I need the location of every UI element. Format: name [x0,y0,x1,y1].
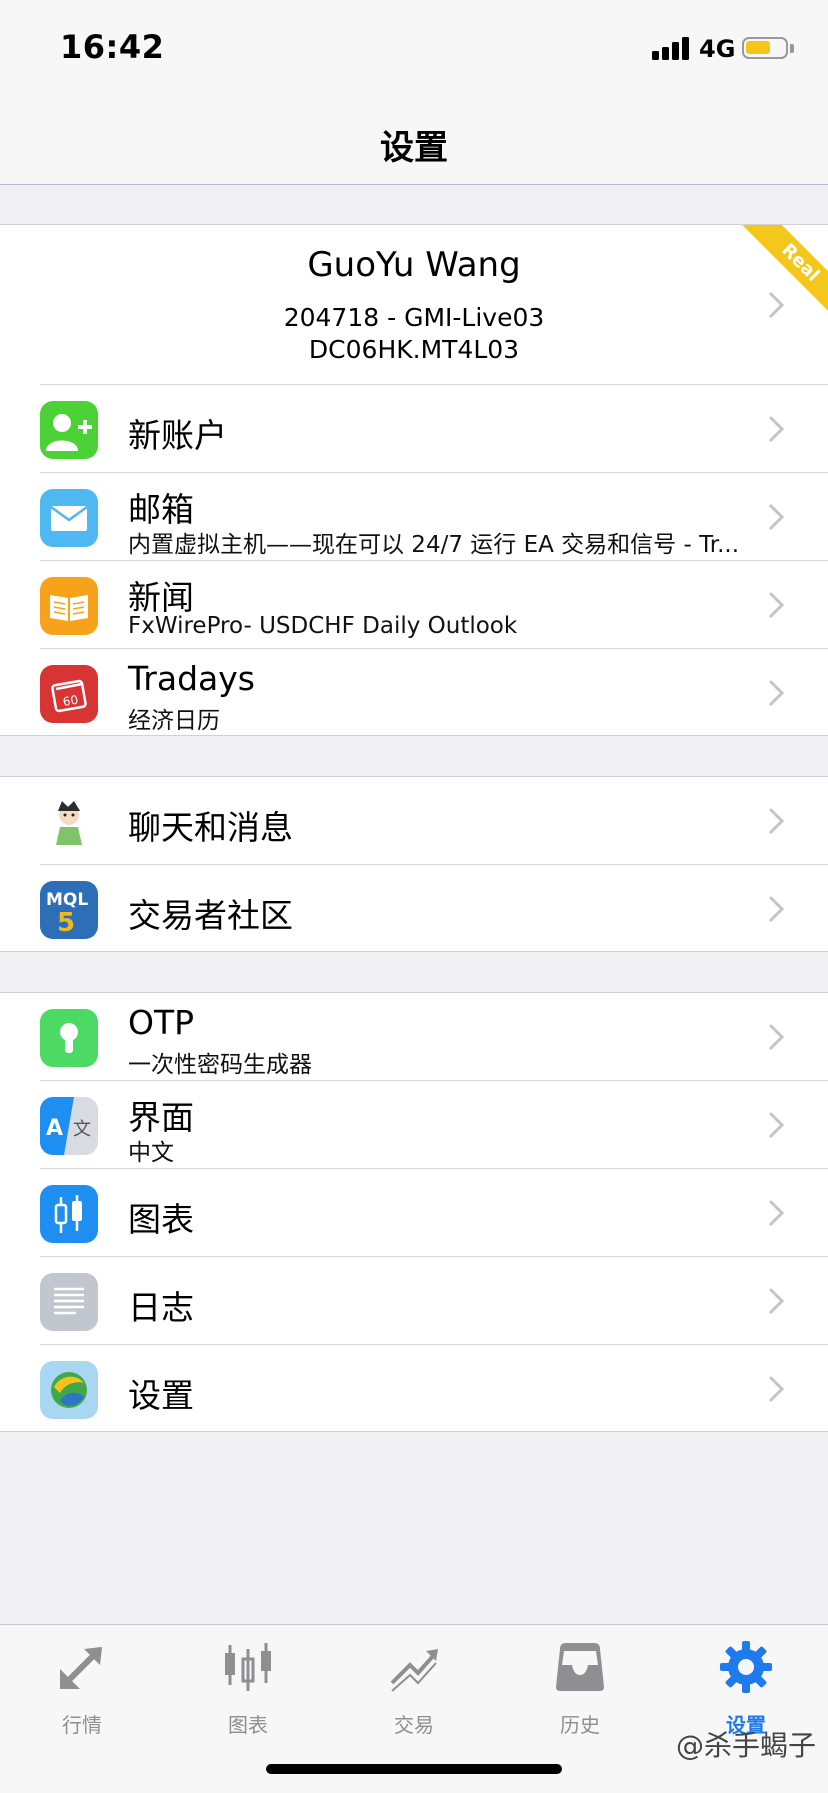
svg-text:文: 文 [73,1119,91,1140]
calendar-icon: 60 [40,665,98,723]
tab-trade[interactable]: 交易 [354,1639,474,1739]
chat-avatar-icon [40,793,98,851]
menu-item-label: 界面 [128,1098,194,1137]
menu-item-subtitle: FxWirePro- USDCHF Daily Outlook [128,613,518,639]
menu-item-subtitle: 内置虚拟主机——现在可以 24/7 运行 EA 交易和信号 - Tr... [128,532,740,558]
signal-strength-icon [652,36,692,60]
battery-nub [790,44,794,53]
community-group: 聊天和消息 MQL 5 交易者社区 [0,776,828,952]
menu-item-label: 新闻 [128,578,194,617]
mql5-icon: MQL 5 [40,881,98,939]
mail-icon [40,489,98,547]
tab-quotes[interactable]: 行情 [22,1639,142,1739]
chevron-right-icon [768,1199,784,1227]
candlestick-icon [40,1185,98,1243]
navigation-bar: 设置 [0,100,828,185]
settings-gear-icon [720,1641,772,1693]
chevron-right-icon [768,1287,784,1315]
book-icon [40,577,98,635]
svg-text:A: A [46,1116,63,1141]
account-server: 204718 - GMI-Live03 [283,303,545,332]
status-time: 16:42 [60,28,165,66]
account-name: GuoYu Wang [307,245,521,285]
menu-item-label: 新账户 [128,416,227,455]
settings-group: OTP 一次性密码生成器 A 文 界面 中文 图表 日志 设置 [0,992,828,1432]
menu-item-label: 邮箱 [128,490,194,529]
menu-item-charts[interactable]: 图表 [0,1169,828,1257]
real-account-badge: Real [736,225,828,317]
menu-item-journal[interactable]: 日志 [0,1257,828,1345]
tab-history[interactable]: 历史 [520,1639,640,1739]
battery-icon [742,37,788,59]
translate-icon: A 文 [40,1097,98,1155]
quotes-arrows-icon [59,1646,103,1690]
menu-item-otp[interactable]: OTP 一次性密码生成器 [0,993,828,1081]
svg-text:MQL: MQL [46,890,88,910]
menu-item-new-account[interactable]: 新账户 [0,385,828,473]
home-indicator[interactable] [266,1764,562,1774]
page-title: 设置 [380,128,448,168]
account-row[interactable]: GuoYu Wang 204718 - GMI-Live03 DC06HK.MT… [0,225,828,385]
tab-label: 历史 [560,1713,600,1737]
menu-item-subtitle: 一次性密码生成器 [128,1052,312,1078]
chevron-right-icon [768,503,784,531]
menu-item-label: 交易者社区 [128,896,293,935]
menu-item-label: 设置 [128,1376,194,1415]
watermark-text: @杀手蝎子 [675,1729,816,1762]
menu-item-tradays[interactable]: 60 Tradays 经济日历 [0,649,828,737]
journal-icon [40,1273,98,1331]
account-group: GuoYu Wang 204718 - GMI-Live03 DC06HK.MT… [0,224,828,736]
menu-item-trader-community[interactable]: MQL 5 交易者社区 [0,865,828,953]
menu-item-label: OTP [128,1003,195,1042]
chevron-right-icon [768,1111,784,1139]
real-badge-label: Real [740,225,828,317]
menu-item-chat[interactable]: 聊天和消息 [0,777,828,865]
menu-item-news[interactable]: 新闻 FxWirePro- USDCHF Daily Outlook [0,561,828,649]
chevron-right-icon [768,1375,784,1403]
menu-item-label: Tradays [128,659,255,698]
tab-label: 图表 [228,1713,268,1737]
trade-trend-icon [390,1649,438,1692]
menu-item-label: 日志 [128,1288,194,1327]
svg-text:5: 5 [57,908,75,938]
menu-item-label: 图表 [128,1200,194,1239]
add-user-icon [40,401,98,459]
chevron-right-icon [768,415,784,443]
tab-label: 交易 [394,1713,434,1737]
network-type: 4G [699,35,736,63]
svg-text:60: 60 [62,693,79,709]
tab-label: 行情 [62,1713,102,1737]
menu-item-subtitle: 经济日历 [128,708,220,734]
menu-item-mailbox[interactable]: 邮箱 内置虚拟主机——现在可以 24/7 运行 EA 交易和信号 - Tr... [0,473,828,561]
account-host: DC06HK.MT4L03 [308,335,520,364]
chart-candles-icon [225,1643,271,1691]
metatrader-icon [40,1361,98,1419]
chevron-right-icon [768,1023,784,1051]
status-bar: 16:42 4G [0,0,828,100]
chevron-right-icon [768,591,784,619]
menu-item-settings[interactable]: 设置 [0,1345,828,1433]
menu-item-interface[interactable]: A 文 界面 中文 [0,1081,828,1169]
chevron-right-icon [768,679,784,707]
tab-charts[interactable]: 图表 [188,1639,308,1739]
chevron-right-icon [768,807,784,835]
menu-item-label: 聊天和消息 [128,808,293,847]
chevron-right-icon [768,895,784,923]
history-tray-icon [556,1643,604,1691]
keyhole-icon [40,1009,98,1067]
menu-item-subtitle: 中文 [128,1140,174,1166]
